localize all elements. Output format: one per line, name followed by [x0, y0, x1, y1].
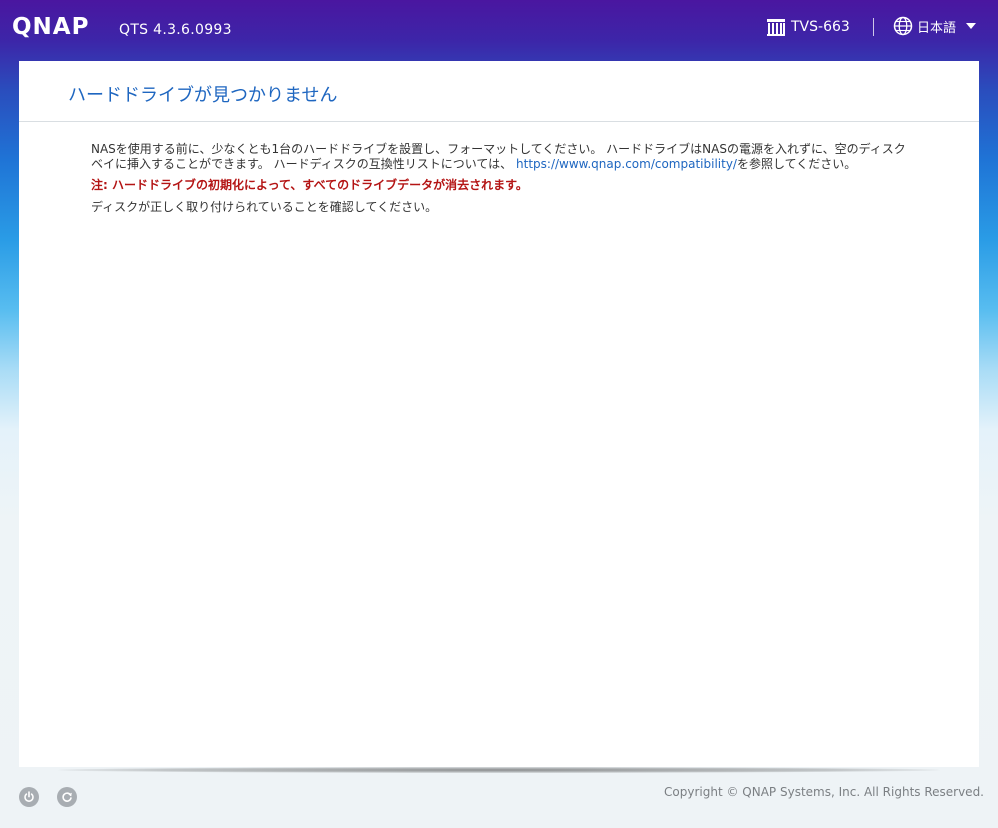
compatibility-link[interactable]: https://www.qnap.com/compatibility/	[516, 157, 737, 171]
check-text: ディスクが正しく取り付けられていることを確認してください。	[91, 200, 438, 214]
caret-down-icon	[966, 23, 977, 29]
device-name: TVS-663	[791, 19, 850, 35]
power-button[interactable]	[19, 787, 39, 807]
device-info: TVS-663	[766, 16, 850, 38]
svg-text:QNAP: QNAP	[12, 14, 89, 39]
message-body: NASを使用する前に、少なくとも1台のハードドライブを設置し、フォーマットしてく…	[91, 142, 911, 215]
globe-icon	[893, 16, 913, 36]
qnap-logo: QNAP	[12, 14, 89, 39]
header-divider	[873, 18, 874, 36]
copyright-text: Copyright © QNAP Systems, Inc. All Right…	[664, 785, 984, 799]
firmware-version: QTS 4.3.6.0993	[119, 22, 232, 38]
top-bar: QNAP QTS 4.3.6.0993 TVS-663 日本語	[0, 0, 998, 58]
main-panel: ハードドライブが見つかりません NASを使用する前に、少なくとも1台のハードドラ…	[19, 61, 979, 767]
language-selector[interactable]: 日本語	[893, 15, 977, 37]
intro-text-after-link: を参照してください。	[736, 157, 857, 171]
restart-icon	[62, 792, 72, 802]
power-icon	[24, 791, 34, 802]
title-divider	[19, 121, 979, 122]
panel-shadow	[58, 767, 940, 773]
warning-text: 注: ハードドライブの初期化によって、すべてのドライブデータが消去されます。	[91, 178, 528, 192]
intro-paragraph: NASを使用する前に、少なくとも1台のハードドライブを設置し、フォーマットしてく…	[91, 142, 911, 172]
restart-button[interactable]	[57, 787, 77, 807]
language-label: 日本語	[917, 20, 957, 36]
page-title: ハードドライブが見つかりません	[68, 85, 338, 106]
nas-device-icon	[767, 19, 785, 36]
